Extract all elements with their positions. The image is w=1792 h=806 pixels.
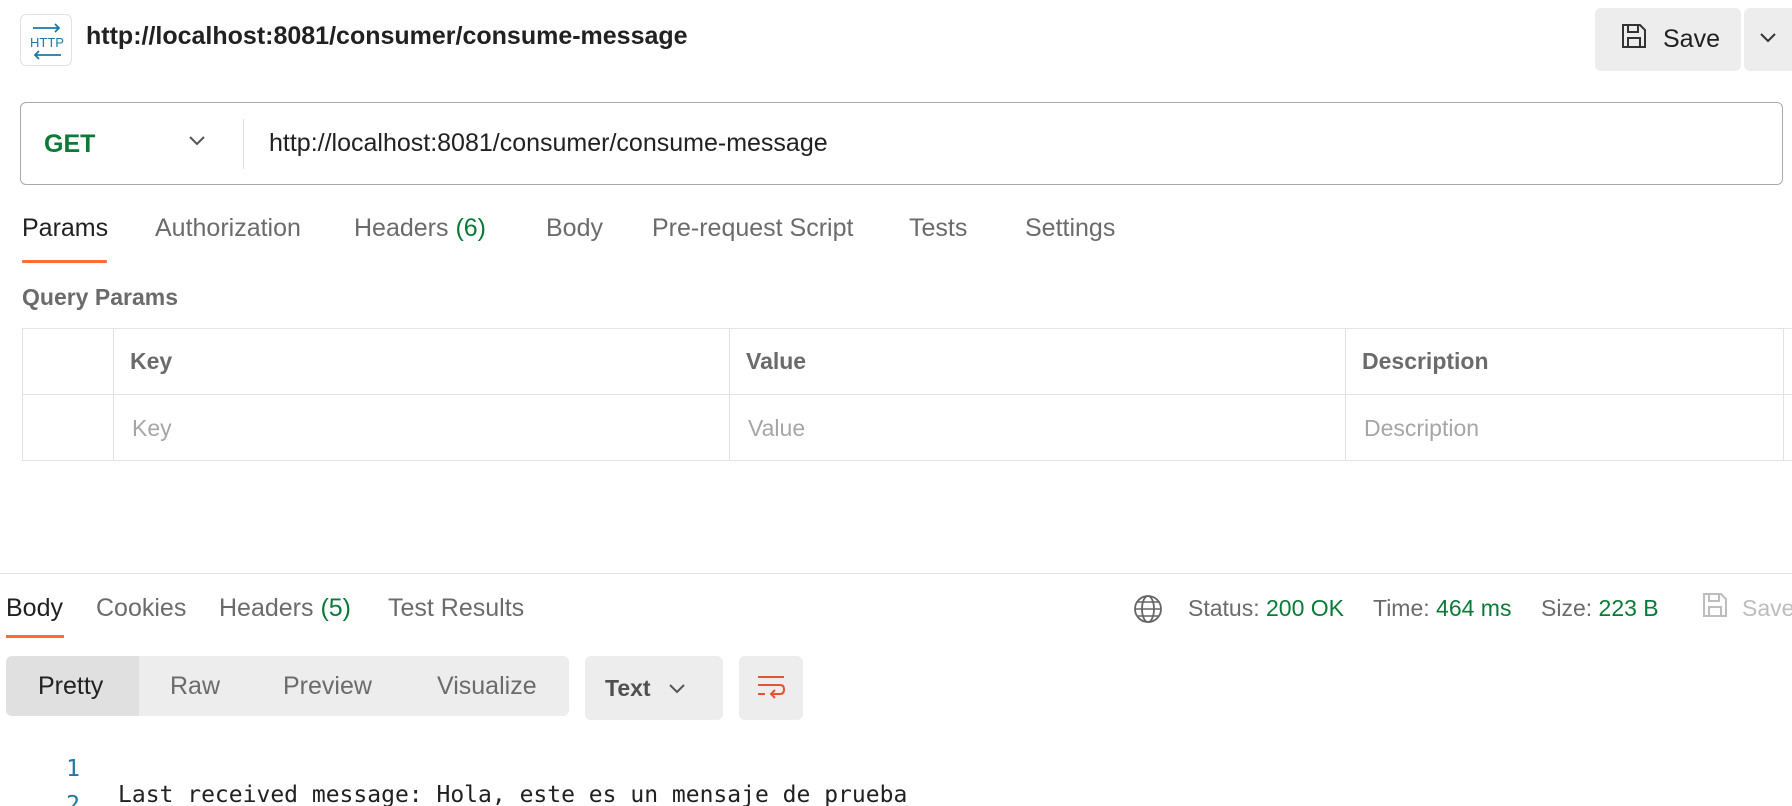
tab-tests[interactable]: Tests bbox=[909, 214, 967, 243]
response-tab-headers[interactable]: Headers (5) bbox=[219, 594, 351, 623]
tab-label: Cookies bbox=[96, 594, 187, 622]
tab-headers[interactable]: Headers (6) bbox=[354, 214, 486, 243]
code-line: 1 Last received message: Hola, este es u… bbox=[0, 730, 907, 806]
tab-label: Tests bbox=[909, 214, 968, 242]
save-response-label: Save bbox=[1742, 594, 1792, 621]
column-header-actions bbox=[1783, 329, 1792, 394]
tab-count-badge: (6) bbox=[455, 214, 487, 242]
value-input[interactable]: Value bbox=[729, 395, 1345, 461]
code-line: 2 bbox=[0, 766, 80, 806]
http-method-select[interactable]: GET bbox=[44, 130, 95, 159]
format-dropdown[interactable]: Text bbox=[585, 656, 723, 720]
time-value: 464 ms bbox=[1436, 595, 1512, 621]
floppy-disk-icon bbox=[1700, 590, 1730, 626]
status-code[interactable]: Status: 200 OK bbox=[1188, 595, 1344, 622]
select-column-header bbox=[23, 329, 113, 394]
response-size[interactable]: Size: 223 B bbox=[1541, 595, 1659, 622]
line-number: 1 bbox=[66, 756, 80, 782]
wrap-text-icon bbox=[755, 671, 787, 706]
tab-label: Authorization bbox=[155, 214, 301, 242]
view-mode-pretty[interactable]: Pretty bbox=[6, 656, 139, 716]
size-label: Size: bbox=[1541, 595, 1593, 621]
wrap-lines-button[interactable] bbox=[739, 656, 803, 720]
tab-authorization[interactable]: Authorization bbox=[155, 214, 301, 243]
tab-params[interactable]: Params bbox=[22, 214, 108, 243]
query-params-table: Key Value Description Key Value Descript… bbox=[22, 328, 1792, 461]
tab-label: Body bbox=[546, 214, 603, 242]
save-response-button[interactable]: Save bbox=[1700, 590, 1792, 626]
save-button-label: Save bbox=[1663, 25, 1720, 53]
tab-body[interactable]: Body bbox=[546, 214, 603, 243]
request-header: HTTP http://localhost:8081/consumer/cons… bbox=[0, 0, 1792, 80]
active-tab-indicator bbox=[22, 260, 107, 263]
view-mode-visualize[interactable]: Visualize bbox=[437, 656, 537, 716]
response-tab-body[interactable]: Body bbox=[6, 594, 63, 623]
row-select-cell[interactable] bbox=[23, 395, 113, 461]
time-label: Time: bbox=[1373, 595, 1430, 621]
save-button[interactable]: Save bbox=[1595, 8, 1741, 71]
tab-label: Headers bbox=[354, 214, 449, 242]
response-tab-test-results[interactable]: Test Results bbox=[388, 594, 524, 623]
tab-label: Pre-request Script bbox=[652, 214, 854, 242]
line-number: 2 bbox=[66, 792, 80, 806]
chevron-down-icon bbox=[1758, 31, 1778, 49]
tab-label: Body bbox=[6, 594, 63, 622]
floppy-disk-icon bbox=[1619, 21, 1649, 58]
http-request-icon: HTTP bbox=[20, 14, 72, 66]
description-input[interactable]: Description bbox=[1345, 395, 1783, 461]
view-mode-preview[interactable]: Preview bbox=[283, 656, 372, 716]
tab-count-badge: (5) bbox=[320, 594, 352, 622]
response-tab-cookies[interactable]: Cookies bbox=[96, 594, 186, 623]
tab-label: Params bbox=[22, 214, 109, 242]
query-params-label: Query Params bbox=[22, 284, 178, 310]
key-input[interactable]: Key bbox=[113, 395, 729, 461]
url-input[interactable]: http://localhost:8081/consumer/consume-m… bbox=[269, 129, 828, 158]
tab-settings[interactable]: Settings bbox=[1025, 214, 1115, 243]
status-value: 200 OK bbox=[1266, 595, 1344, 621]
tab-label: Settings bbox=[1025, 214, 1116, 242]
active-response-tab-indicator bbox=[6, 635, 64, 638]
url-divider bbox=[243, 119, 244, 169]
column-header-description: Description bbox=[1345, 329, 1783, 394]
size-value: 223 B bbox=[1598, 595, 1659, 621]
http-icon-text: HTTP bbox=[30, 35, 64, 50]
column-header-value: Value bbox=[729, 329, 1345, 394]
chevron-down-icon[interactable] bbox=[187, 131, 207, 156]
request-title[interactable]: http://localhost:8081/consumer/consume-m… bbox=[86, 22, 688, 51]
save-options-dropdown[interactable] bbox=[1744, 8, 1792, 71]
view-mode-raw[interactable]: Raw bbox=[170, 656, 220, 716]
response-time[interactable]: Time: 464 ms bbox=[1373, 595, 1511, 622]
tab-label: Test Results bbox=[388, 594, 525, 622]
tab-pre-request-script[interactable]: Pre-request Script bbox=[652, 214, 853, 243]
view-mode-switcher: Pretty Raw Preview Visualize bbox=[6, 656, 569, 716]
column-header-key: Key bbox=[113, 329, 729, 394]
globe-icon[interactable] bbox=[1132, 593, 1164, 630]
format-label: Text bbox=[605, 674, 651, 701]
row-actions-cell bbox=[1783, 395, 1792, 461]
response-divider[interactable] bbox=[0, 573, 1792, 574]
status-label: Status: bbox=[1188, 595, 1260, 621]
tab-label: Headers bbox=[219, 594, 314, 622]
chevron-down-icon bbox=[667, 675, 687, 702]
line-text: Last received message: Hola, este es un … bbox=[118, 782, 908, 806]
table-header-row: Key Value Description bbox=[23, 329, 1792, 395]
table-row: Key Value Description bbox=[23, 395, 1792, 461]
url-bar: GET http://localhost:8081/consumer/consu… bbox=[20, 102, 1783, 185]
